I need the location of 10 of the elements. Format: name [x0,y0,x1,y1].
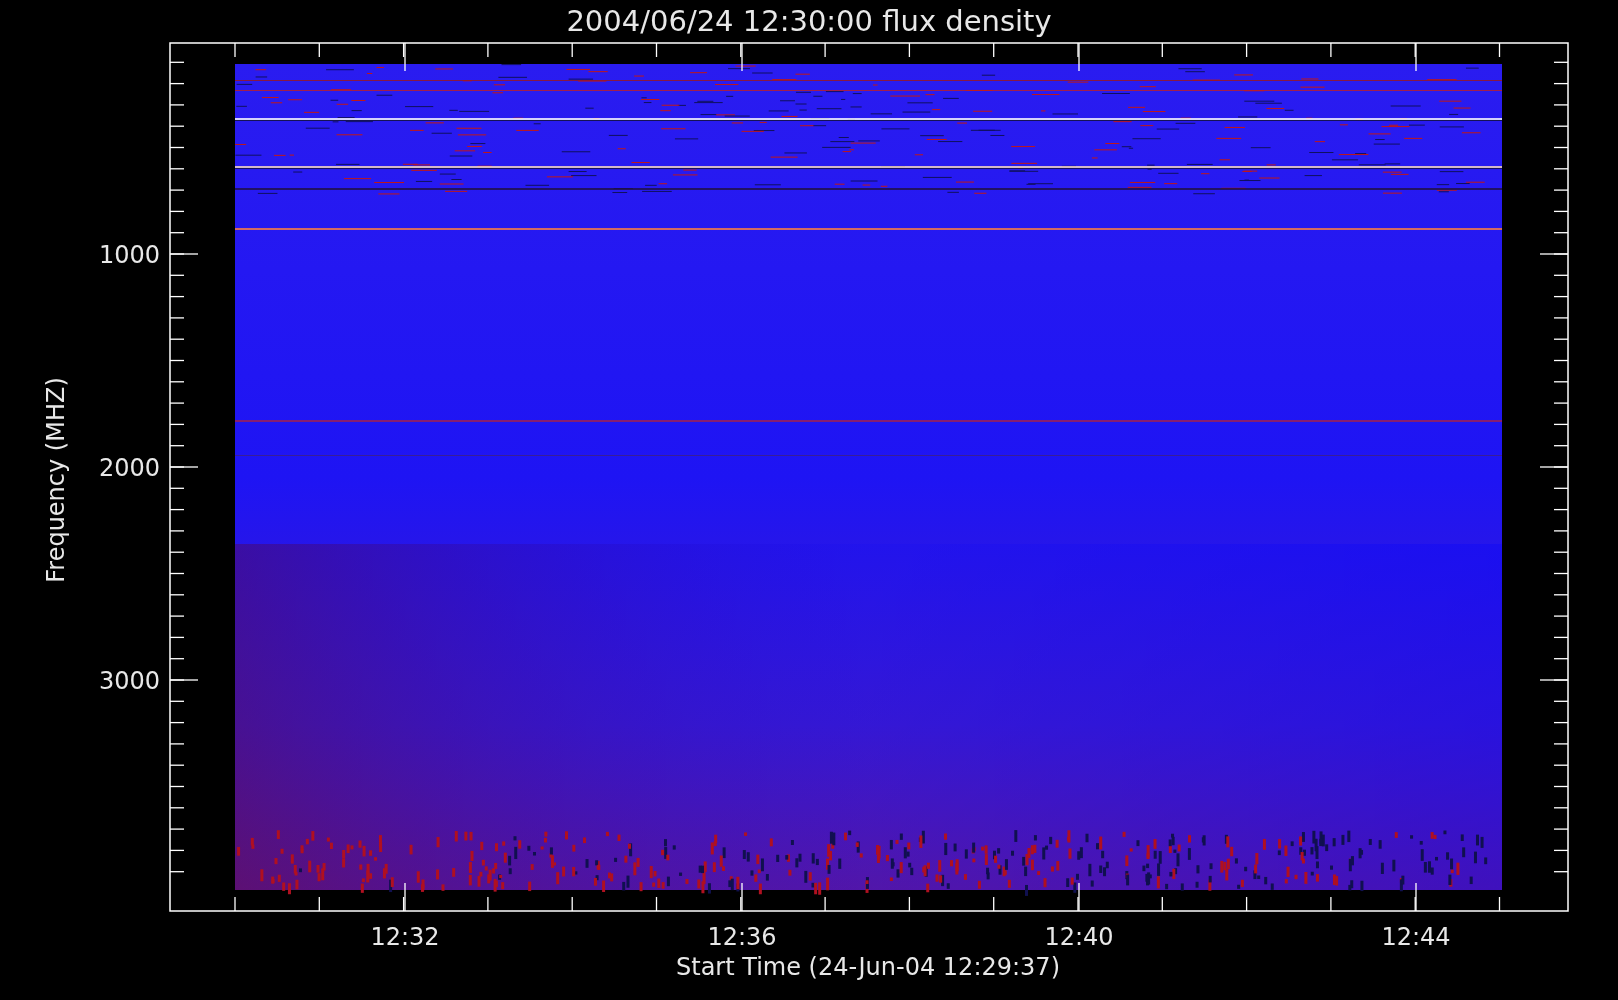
y-tick-label: 1000 [98,241,160,269]
y-tick-label: 2000 [98,454,160,482]
x-tick-label: 12:44 [1381,923,1451,951]
x-tick-label: 12:40 [1044,923,1114,951]
x-tick-label: 12:36 [707,923,777,951]
x-axis-label: Start Time (24-Jun-04 12:29:37) [676,953,1060,981]
chart-title: 2004/06/24 12:30:00 flux density [566,4,1052,38]
y-axis-label: Frequency (MHZ) [42,377,70,583]
x-tick-label: 12:32 [370,923,440,951]
y-tick-label: 3000 [98,667,160,695]
